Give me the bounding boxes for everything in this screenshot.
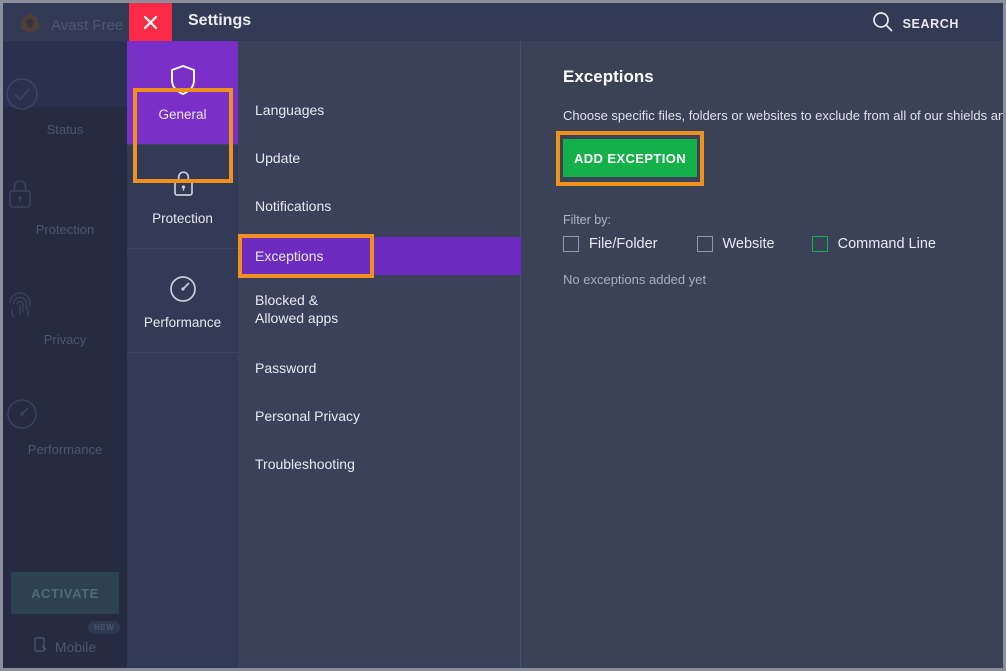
settings-category-rail: General Protection Performance — [127, 41, 238, 668]
background-app-brand: Avast Free A — [17, 11, 137, 40]
checkbox-website-icon[interactable] — [696, 236, 713, 252]
shield-icon — [168, 63, 198, 97]
menu-item-troubleshooting[interactable]: Troubleshooting — [238, 447, 521, 481]
sidebar-item-status[interactable]: Status — [3, 75, 127, 137]
sidebar-item-label: Status — [46, 122, 84, 137]
category-label: Performance — [143, 315, 222, 330]
add-exception-button[interactable]: ADD EXCEPTION — [563, 139, 697, 177]
sidebar-item-label: Privacy — [43, 332, 87, 347]
filter-label-text: File/Folder — [589, 236, 658, 252]
filter-file-folder[interactable]: File/Folder — [563, 236, 658, 252]
add-exception-group: ADD EXCEPTION — [556, 131, 711, 186]
category-label: General — [158, 107, 207, 122]
filter-options-row: File/Folder Website Command Line — [563, 236, 1003, 252]
menu-item-label: Update — [255, 149, 301, 166]
sidebar-item-label: Protection — [35, 222, 95, 237]
menu-item-label: Blocked & Allowed apps — [255, 292, 339, 327]
background-app-sidebar: Status Protection Privacy Performance AC… — [3, 3, 127, 668]
avast-logo-icon — [17, 11, 43, 40]
sidebar-item-label: Performance — [27, 442, 103, 457]
background-app-name: Avast Free A — [51, 17, 137, 34]
search-button[interactable]: SEARCH — [872, 11, 959, 37]
content-title: Exceptions — [563, 67, 654, 86]
speedometer-icon — [3, 395, 127, 433]
sidebar-item-privacy[interactable]: Privacy — [3, 285, 127, 347]
menu-item-blocked-allowed-apps[interactable]: Blocked & Allowed apps — [238, 285, 348, 329]
sidebar-item-protection[interactable]: Protection — [3, 175, 127, 237]
avast-settings-screenshot: Status Protection Privacy Performance AC… — [0, 0, 1006, 671]
sidebar-item-mobile[interactable]: Mobile — [3, 637, 127, 657]
speedometer-icon — [168, 271, 198, 305]
settings-titlebar: Settings SEARCH — [127, 3, 1003, 41]
activate-button-label: ACTIVATE — [31, 585, 99, 601]
menu-item-exceptions[interactable]: Exceptions — [238, 237, 521, 275]
filter-label-text: Command Line — [837, 236, 936, 252]
menu-item-update[interactable]: Update — [238, 141, 521, 175]
menu-item-languages[interactable]: Languages — [238, 93, 521, 127]
check-circle-icon — [3, 75, 127, 113]
new-badge: NEW — [88, 621, 121, 634]
menu-item-notifications[interactable]: Notifications — [238, 189, 521, 223]
menu-item-password[interactable]: Password — [238, 351, 521, 385]
search-label: SEARCH — [902, 17, 959, 31]
empty-state-message: No exceptions added yet — [563, 272, 707, 287]
filter-command-line[interactable]: Command Line — [811, 236, 936, 252]
mobile-device-icon — [34, 637, 49, 657]
sidebar-item-label: Mobile — [54, 639, 97, 655]
fingerprint-icon — [3, 285, 127, 323]
menu-item-label: Exceptions — [255, 247, 324, 264]
lock-icon — [3, 175, 127, 213]
content-description: Choose specific files, folders or websit… — [563, 108, 1006, 123]
checkbox-file-folder-icon[interactable] — [563, 236, 579, 252]
category-general[interactable]: General — [127, 41, 238, 145]
checkbox-command-line-icon[interactable] — [811, 236, 828, 252]
exceptions-content-panel: Exceptions Choose specific files, folder… — [521, 41, 1003, 668]
close-button[interactable] — [129, 3, 172, 41]
category-protection[interactable]: Protection — [127, 145, 238, 249]
filter-website[interactable]: Website — [696, 236, 775, 252]
lock-icon — [168, 167, 198, 201]
search-magnifier-icon — [872, 11, 893, 37]
menu-item-label: Personal Privacy — [255, 407, 361, 424]
close-x-icon — [143, 15, 158, 30]
menu-item-label: Troubleshooting — [255, 455, 355, 472]
category-performance[interactable]: Performance — [127, 249, 238, 353]
page-title: Settings — [188, 12, 252, 29]
settings-window: Settings SEARCH General Protection Perfo… — [127, 3, 1003, 668]
menu-item-personal-privacy[interactable]: Personal Privacy — [238, 399, 521, 433]
sidebar-item-performance[interactable]: Performance — [3, 395, 127, 457]
filter-label-text: Website — [722, 236, 775, 252]
settings-menu-panel: Languages Update Notifications Exception… — [238, 41, 521, 668]
menu-item-label: Password — [255, 359, 317, 376]
activate-button[interactable]: ACTIVATE — [11, 572, 119, 614]
category-label: Protection — [152, 211, 213, 226]
menu-item-label: Languages — [255, 101, 325, 118]
filter-by-label: Filter by: — [563, 213, 611, 227]
menu-item-label: Notifications — [255, 197, 332, 214]
